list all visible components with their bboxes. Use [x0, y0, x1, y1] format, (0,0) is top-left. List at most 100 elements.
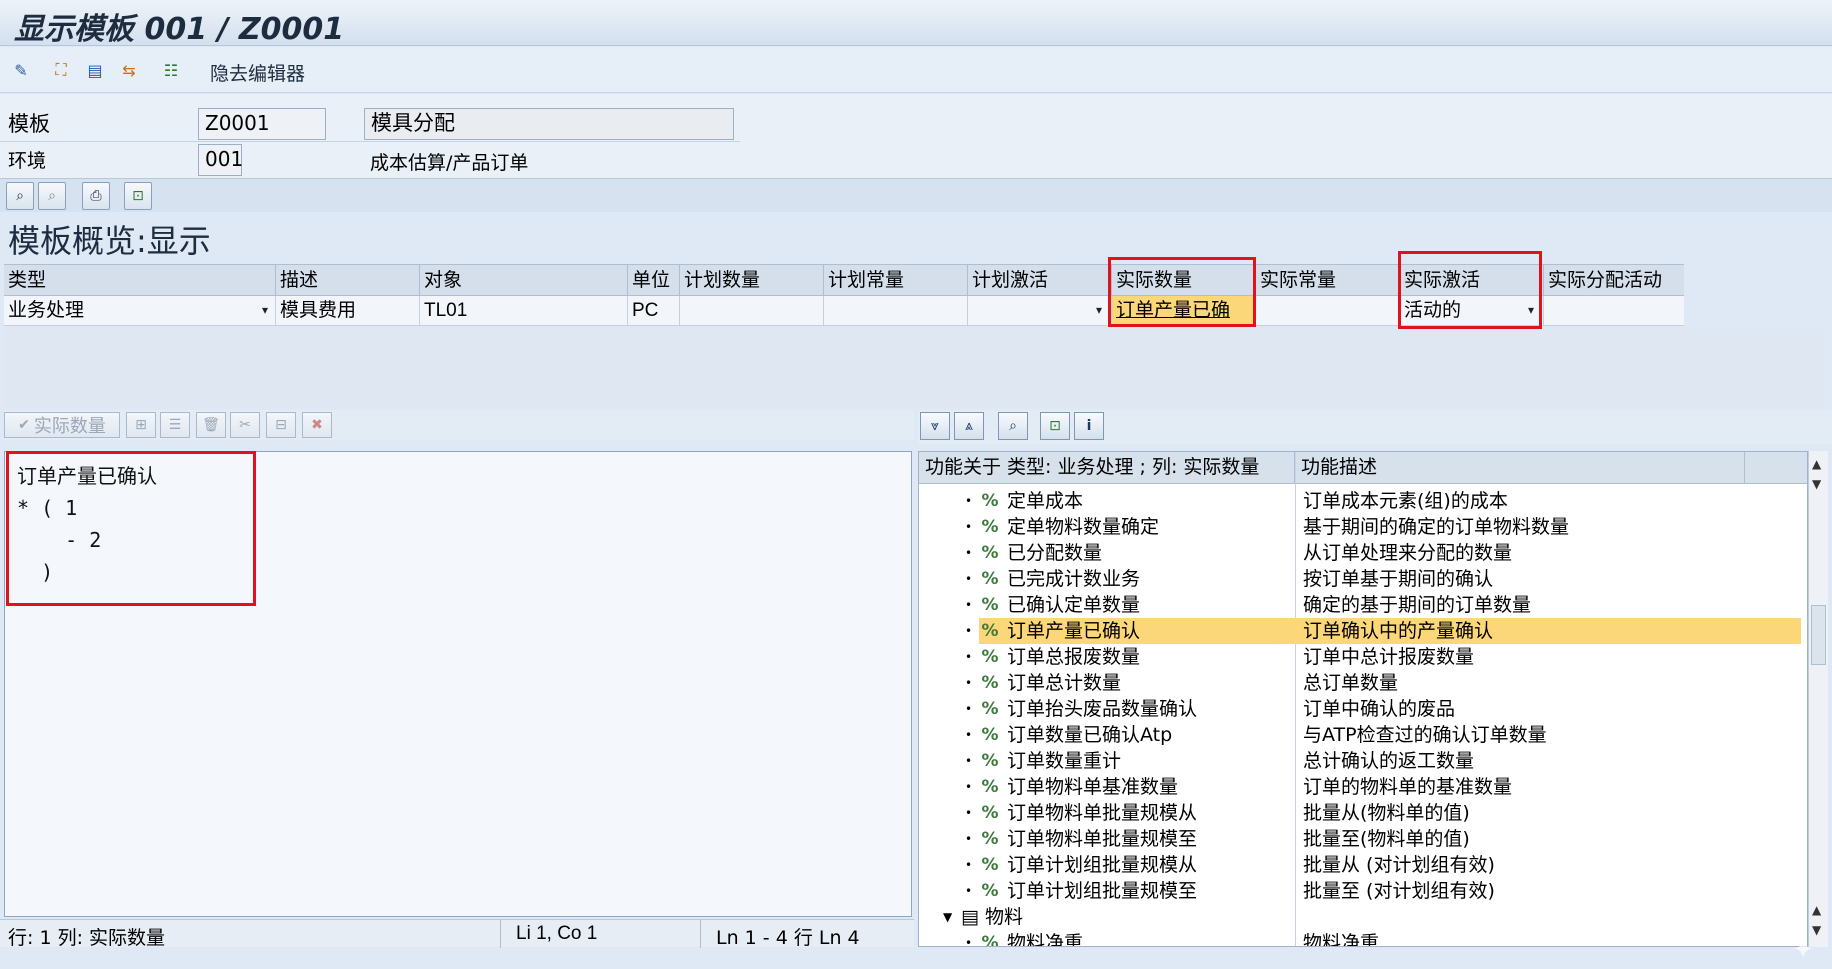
col-type[interactable]: 类型: [4, 265, 276, 295]
function-row[interactable]: •% 订单抬头废品数量确认 订单中确认的废品: [919, 696, 1807, 722]
function-icon: %: [981, 673, 999, 693]
dropdown-arrow-icon[interactable]: ▾: [1096, 296, 1102, 325]
scroll-down-icon[interactable]: ▼: [1812, 477, 1821, 491]
collapse-all-icon[interactable]: ⩓: [954, 412, 984, 440]
cell-unit[interactable]: PC: [628, 296, 680, 325]
function-row[interactable]: •% 订单数量已确认Atp 与ATP检查过的确认订单数量: [919, 722, 1807, 748]
col-function-desc[interactable]: 功能描述: [1295, 452, 1745, 483]
function-name[interactable]: 订单总计数量: [1007, 670, 1121, 696]
function-row[interactable]: •% 订单产量已确认 订单确认中的产量确认: [919, 618, 1807, 644]
display-change-icon[interactable]: ✎: [8, 57, 34, 83]
function-name[interactable]: 订单物料单批量规模至: [1007, 826, 1197, 852]
function-name[interactable]: 订单物料单批量规模从: [1007, 800, 1197, 826]
cell-object[interactable]: TL01: [420, 296, 628, 325]
structure-icon[interactable]: ⛶: [48, 57, 74, 83]
function-row[interactable]: •% 订单物料单基准数量 订单的物料单的基准数量: [919, 774, 1807, 800]
col-object[interactable]: 对象: [420, 265, 628, 295]
expand-arrow-icon[interactable]: ▼: [943, 904, 952, 930]
function-name[interactable]: 定单成本: [1007, 488, 1083, 514]
col-actual-alloc[interactable]: 实际分配活动: [1544, 265, 1684, 295]
function-name[interactable]: 订单数量重计: [1007, 748, 1121, 774]
function-name[interactable]: 订单计划组批量规模至: [1007, 878, 1197, 904]
scroll-up-icon[interactable]: ▲: [1812, 457, 1821, 471]
check-button[interactable]: ✔ 实际数量: [4, 412, 120, 438]
function-name[interactable]: 订单物料单基准数量: [1007, 774, 1178, 800]
insert-icon[interactable]: ⊞: [126, 412, 156, 438]
function-name[interactable]: 物料净重: [1007, 930, 1083, 946]
function-row[interactable]: •% 订单总报废数量 订单中总计报废数量: [919, 644, 1807, 670]
function-row[interactable]: •% 订单计划组批量规模从 批量从 (对计划组有效): [919, 852, 1807, 878]
function-row[interactable]: •% 物料净重 物料净重: [919, 930, 1807, 947]
highlight-box-actual-qty: [1108, 257, 1256, 327]
col-unit[interactable]: 单位: [628, 265, 680, 295]
align-icon[interactable]: ☰: [160, 412, 190, 438]
hide-editor-button[interactable]: 隐去编辑器: [210, 59, 305, 86]
col-desc[interactable]: 描述: [276, 265, 420, 295]
expand-all-icon[interactable]: ⩔: [920, 412, 950, 440]
function-name[interactable]: 定单物料数量确定: [1007, 514, 1159, 540]
preview-icon[interactable]: ⊡: [1040, 412, 1070, 440]
delete-icon[interactable]: 🗑: [196, 412, 226, 438]
col-actual-const[interactable]: 实际常量: [1256, 265, 1400, 295]
function-row[interactable]: •% 已确认定单数量 确定的基于期间的订单数量: [919, 592, 1807, 618]
cell-plan-active[interactable]: ▾: [968, 296, 1112, 325]
function-row[interactable]: •% 已分配数量 从订单处理来分配的数量: [919, 540, 1807, 566]
find-icon[interactable]: ⌕: [998, 412, 1028, 440]
function-row[interactable]: •% 订单数量重计 总计确认的返工数量: [919, 748, 1807, 774]
close-icon[interactable]: ✖: [302, 412, 332, 438]
folder-row[interactable]: ▼ ▤ 物料: [919, 904, 1807, 930]
function-name[interactable]: 订单抬头废品数量确认: [1007, 696, 1197, 722]
cell-desc[interactable]: 模具费用: [276, 296, 420, 325]
function-row[interactable]: •% 订单总计数量 总订单数量: [919, 670, 1807, 696]
function-desc: 订单确认中的产量确认: [1303, 620, 1494, 642]
col-plan-qty[interactable]: 计划数量: [680, 265, 824, 295]
bullet-icon: •: [965, 858, 973, 872]
grid-icon[interactable]: ⊟: [266, 412, 296, 438]
function-name[interactable]: 已确认定单数量: [1007, 592, 1140, 618]
function-row[interactable]: •% 定单成本 订单成本元素(组)的成本: [919, 488, 1807, 514]
hierarchy-icon[interactable]: ☷: [158, 57, 184, 83]
info-icon[interactable]: i: [1074, 412, 1104, 440]
find-icon[interactable]: ⌕: [6, 182, 34, 210]
vertical-scrollbar[interactable]: ▲ ▼ ▲ ▼: [1808, 451, 1828, 947]
bullet-icon: •: [965, 650, 973, 664]
find-next-icon[interactable]: ⌕: [38, 182, 66, 210]
function-row[interactable]: •% 已完成计数业务 按订单基于期间的确认: [919, 566, 1807, 592]
function-name[interactable]: 订单数量已确认Atp: [1007, 722, 1172, 748]
function-desc: 批量从 (对计划组有效): [1303, 854, 1495, 876]
col-plan-const[interactable]: 计划常量: [824, 265, 968, 295]
function-row[interactable]: •% 订单计划组批量规模至 批量至 (对计划组有效): [919, 878, 1807, 904]
cell-type[interactable]: 业务处理 ▾: [4, 296, 276, 325]
scroll-thumb[interactable]: [1811, 605, 1826, 665]
dropdown-arrow-icon[interactable]: ▾: [262, 296, 268, 325]
function-row[interactable]: •% 定单物料数量确定 基于期间的确定的订单物料数量: [919, 514, 1807, 540]
cell-actual-const[interactable]: [1256, 296, 1400, 325]
status-row-col: 行: 1 列: 实际数量: [8, 927, 166, 949]
function-row[interactable]: •% 订单物料单批量规模至 批量至(物料单的值): [919, 826, 1807, 852]
function-name[interactable]: 订单产量已确认: [1007, 618, 1140, 644]
cell-actual-alloc[interactable]: [1544, 296, 1684, 325]
cell-plan-const[interactable]: [824, 296, 968, 325]
bullet-icon: •: [965, 936, 973, 947]
function-name[interactable]: 订单总报废数量: [1007, 644, 1140, 670]
print-icon[interactable]: ⎙: [82, 182, 110, 210]
window-title: 显示模板 001 / Z0001: [14, 12, 345, 47]
cut-icon[interactable]: ✂: [230, 412, 260, 438]
divider: [500, 920, 501, 948]
col-plan-active[interactable]: 计划激活: [968, 265, 1112, 295]
preview-icon[interactable]: ⊡: [124, 182, 152, 210]
transfer-icon[interactable]: ⇆: [116, 57, 142, 83]
function-row[interactable]: •% 订单物料单批量规模从 批量从(物料单的值): [919, 800, 1807, 826]
template-field[interactable]: Z0001: [198, 108, 326, 140]
cell-plan-qty[interactable]: [680, 296, 824, 325]
function-icon: %: [981, 829, 999, 849]
function-icon: %: [981, 491, 999, 511]
function-name[interactable]: 订单计划组批量规模从: [1007, 852, 1197, 878]
environment-field[interactable]: 001: [198, 144, 243, 176]
folder-icon: ▤: [961, 906, 979, 928]
function-name[interactable]: 已完成计数业务: [1007, 566, 1140, 592]
col-function[interactable]: 功能关于 类型: 业务处理 ; 列: 实际数量: [919, 452, 1295, 483]
screen-icon[interactable]: ▤: [82, 57, 108, 83]
function-name[interactable]: 已分配数量: [1007, 540, 1102, 566]
scroll-up-icon[interactable]: ▲: [1812, 903, 1821, 917]
